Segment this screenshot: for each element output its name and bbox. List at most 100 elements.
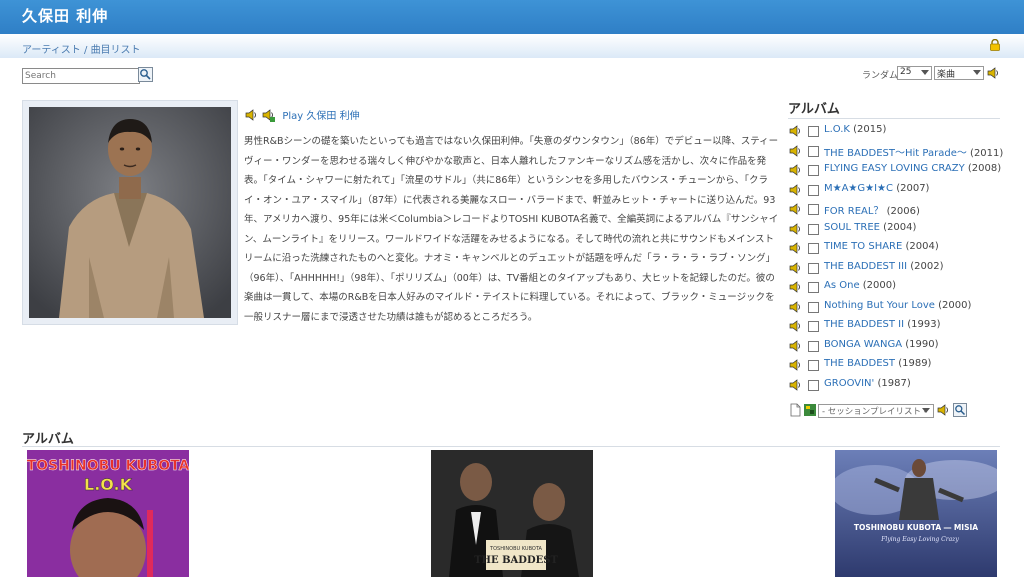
album-checkbox[interactable]: [808, 223, 819, 235]
play-artist-link[interactable]: Play 久保田 利伸: [282, 111, 359, 122]
album-cover-artist-text: TOSHINOBU KUBOTA ― MISIA: [854, 523, 978, 532]
session-playlist-select[interactable]: - セッションプレイリスト -: [818, 404, 934, 418]
album-cover-title-text: THE BADDEST: [474, 555, 558, 566]
speaker-icon[interactable]: [788, 261, 802, 275]
album-link[interactable]: TIME TO SHARE: [824, 241, 902, 252]
page-title: 久保田 利伸: [22, 7, 109, 25]
playlist-add-icon[interactable]: [803, 403, 817, 417]
album-year: (2006): [886, 206, 920, 217]
album-link[interactable]: As One: [824, 280, 860, 291]
album-link[interactable]: FLYING EASY LOVING CRAZY: [824, 163, 965, 174]
speaker-icon[interactable]: [788, 319, 802, 333]
speaker-icon[interactable]: [788, 300, 802, 314]
album-link[interactable]: FOR REAL？: [824, 206, 883, 217]
random-type-select[interactable]: 楽曲: [934, 66, 984, 80]
speaker-icon[interactable]: [788, 124, 802, 138]
album-cover-art: TOSHINOBU KUBOTA ― MISIA Flying Easy Lov…: [835, 450, 997, 577]
speaker-icon[interactable]: [788, 280, 802, 294]
lock-icon[interactable]: [989, 39, 1001, 51]
speaker-icon[interactable]: [986, 66, 1000, 80]
breadcrumb: アーティスト / 曲目リスト: [22, 41, 141, 56]
album-checkbox[interactable]: [808, 340, 819, 352]
speaker-icon[interactable]: [936, 403, 950, 417]
album-year: (2004): [883, 221, 917, 233]
album-link[interactable]: THE BADDEST II: [824, 319, 904, 330]
artist-photo-frame: [22, 100, 238, 325]
breadcrumb-artists-link[interactable]: アーティスト: [22, 45, 81, 56]
album-year: (2000): [938, 299, 972, 311]
session-playlist-value: - セッションプレイリスト -: [822, 407, 927, 417]
speaker-icon[interactable]: [788, 339, 802, 353]
albums-section-heading: アルバム: [22, 432, 74, 447]
album-checkbox[interactable]: [808, 204, 819, 215]
album-cover-lok[interactable]: TOSHINOBU KUBOTA L.O.K: [27, 450, 189, 577]
document-icon[interactable]: [788, 403, 802, 417]
random-label: ランダム:: [862, 71, 902, 81]
album-link[interactable]: GROOVIN': [824, 378, 874, 389]
album-cover-art: TOSHINOBU KUBOTA L.O.K: [27, 450, 189, 577]
album-cover-baddest[interactable]: TOSHINOBU KUBOTA THE BADDEST: [431, 450, 593, 577]
divider: [788, 118, 1000, 119]
title-bar: 久保田 利伸: [0, 0, 1024, 34]
search-input[interactable]: [22, 68, 140, 84]
search-icon[interactable]: [138, 67, 153, 82]
speaker-icon[interactable]: [788, 202, 802, 216]
album-link[interactable]: THE BADDEST III: [824, 261, 907, 272]
album-cover-artist-text: TOSHINOBU KUBOTA: [27, 458, 189, 474]
album-link[interactable]: THE BADDEST: [824, 358, 895, 369]
album-link[interactable]: M★A★G★I★C: [824, 183, 893, 194]
album-checkbox[interactable]: [808, 262, 819, 274]
breadcrumb-tracks-link[interactable]: 曲目リスト: [91, 45, 141, 56]
chevron-down-icon: [973, 70, 981, 75]
album-year: (2007): [896, 182, 930, 194]
album-year: (2011): [970, 147, 1004, 159]
album-checkbox[interactable]: [808, 301, 819, 313]
album-link[interactable]: THE BADDEST～Hit Parade～: [824, 148, 967, 159]
album-year: (1987): [877, 377, 911, 389]
album-year: (2000): [862, 280, 897, 291]
speaker-icon[interactable]: [788, 378, 802, 392]
speaker-icon[interactable]: [788, 163, 802, 177]
artist-photo: [29, 107, 231, 318]
random-type-value: 楽曲: [937, 70, 956, 80]
speaker-icon[interactable]: [788, 144, 802, 158]
album-year: (2004): [905, 241, 939, 252]
album-checkbox[interactable]: [808, 184, 819, 196]
album-link[interactable]: SOUL TREE: [824, 222, 880, 233]
album-checkbox[interactable]: [808, 360, 819, 371]
chevron-down-icon: [922, 408, 930, 413]
album-link[interactable]: BONGA WANGA: [824, 339, 902, 350]
album-cover-art: TOSHINOBU KUBOTA THE BADDEST: [431, 450, 593, 577]
album-year: (1990): [905, 338, 939, 350]
album-checkbox[interactable]: [808, 282, 819, 293]
random-count-select[interactable]: 25: [897, 66, 932, 80]
album-sidebar-heading: アルバム: [788, 102, 840, 117]
search-icon[interactable]: [953, 403, 967, 417]
speaker-icon[interactable]: [788, 222, 802, 236]
album-cover-flying-easy[interactable]: TOSHINOBU KUBOTA ― MISIA Flying Easy Lov…: [835, 450, 997, 577]
album-checkbox[interactable]: [808, 379, 819, 391]
speaker-icon[interactable]: [788, 241, 802, 255]
play-artist-row: Play 久保田 利伸: [244, 107, 360, 122]
album-year: (2002): [910, 260, 944, 272]
album-link[interactable]: L.O.K: [824, 124, 850, 135]
album-year: (2008): [967, 163, 1002, 174]
album-link[interactable]: Nothing But Your Love: [824, 300, 935, 311]
album-cover-artist-text: TOSHINOBU KUBOTA: [489, 546, 543, 552]
speaker-icon[interactable]: [788, 358, 802, 372]
divider: [22, 446, 1000, 447]
chevron-down-icon: [921, 70, 929, 75]
album-cover-title-text: Flying Easy Loving Crazy: [880, 536, 959, 543]
album-cover-title-text: L.O.K: [84, 475, 133, 494]
random-count-value: 25: [900, 67, 912, 77]
album-year: (1989): [898, 358, 932, 369]
speaker-icon[interactable]: [788, 183, 802, 197]
breadcrumb-separator: /: [84, 45, 88, 56]
album-checkbox[interactable]: [808, 165, 819, 176]
album-checkbox[interactable]: [808, 243, 819, 254]
speaker-add-icon[interactable]: [261, 108, 276, 122]
album-checkbox[interactable]: [808, 321, 819, 332]
album-checkbox[interactable]: [808, 126, 819, 137]
album-checkbox[interactable]: [808, 145, 819, 157]
speaker-icon[interactable]: [244, 108, 258, 122]
